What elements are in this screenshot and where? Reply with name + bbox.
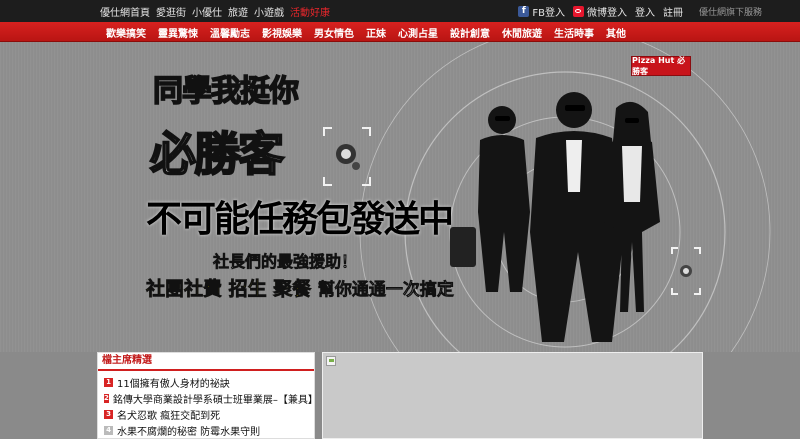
account-links: f FB登入 微博登入 登入 註冊 優仕網旗下服務	[518, 0, 762, 22]
tagline-recruit: 招生	[228, 278, 267, 301]
list-item[interactable]: 2 銘傳大學商業設計學系碩士班畢業展–【兼具】	[104, 390, 318, 406]
promo-banner[interactable]: Pizza Hut 必勝客 同學我挺你 必勝客 不可能任務包發送中 社長們的最強…	[0, 42, 800, 352]
list-item-title[interactable]: 銘傳大學商業設計學系碩士班畢業展–【兼具】	[113, 391, 318, 406]
list-item-title[interactable]: 水果不腐爛的秘密 防霉水果守則	[117, 423, 260, 438]
broken-image-icon	[326, 356, 336, 366]
banner-headline-1: 同學我挺你	[152, 73, 300, 110]
tagline-dinner: 聚餐	[273, 278, 312, 301]
weibo-login-label: 微博登入	[586, 7, 627, 19]
banner-headline-3: 不可能任務包發送中	[146, 199, 454, 240]
rank-badge: 3	[104, 409, 113, 419]
featured-list-panel: 檔主席精選 1 11個擁有傲人身材的祕訣 2 銘傳大學商業設計學系碩士班畢業展–…	[97, 352, 318, 439]
top-nav-shopping[interactable]: 愛逛街	[156, 4, 186, 19]
main-content-area	[322, 352, 703, 439]
list-item[interactable]: 4 水果不腐爛的秘密 防霉水果守則	[104, 422, 314, 438]
login-link[interactable]: 登入	[635, 4, 655, 19]
list-item-title[interactable]: 11個擁有傲人身材的祕訣	[117, 375, 230, 390]
top-nav-kids[interactable]: 小優仕	[192, 4, 222, 19]
list-item[interactable]: 1 11個擁有傲人身材的祕訣	[104, 374, 314, 390]
featured-list: 1 11個擁有傲人身材的祕訣 2 銘傳大學商業設計學系碩士班畢業展–【兼具】 3…	[98, 371, 318, 438]
category-bar: 歡樂搞笑 靈異驚悚 溫馨勵志 影視娛樂 男女情色 正妹 心測占星 設計創意 休閒…	[0, 22, 800, 42]
top-bar: 優仕網首頁 愛逛街 小優仕 旅遊 小遊戲 活動好康 f FB登入 微博登入 登入…	[0, 0, 800, 22]
rank-badge: 1	[104, 377, 113, 387]
top-nav: 優仕網首頁 愛逛街 小優仕 旅遊 小遊戲 活動好康	[100, 0, 330, 22]
category-inspiration[interactable]: 溫馨勵志	[204, 25, 256, 40]
category-beauty[interactable]: 正妹	[360, 25, 392, 40]
category-nav: 歡樂搞笑 靈異驚悚 溫馨勵志 影視娛樂 男女情色 正妹 心測占星 設計創意 休閒…	[100, 22, 632, 42]
category-design[interactable]: 設計創意	[444, 25, 496, 40]
pizza-hut-logo: Pizza Hut 必勝客	[631, 56, 691, 76]
top-nav-travel[interactable]: 旅遊	[228, 4, 248, 19]
rank-badge: 2	[104, 393, 109, 403]
category-humor[interactable]: 歡樂搞笑	[100, 25, 152, 40]
register-link[interactable]: 註冊	[663, 4, 683, 19]
fb-login-link[interactable]: f FB登入	[518, 4, 565, 19]
banner-headline-2: 必勝客	[149, 126, 285, 182]
services-dropdown[interactable]: 優仕網旗下服務	[699, 5, 762, 18]
agents-illustration	[450, 92, 660, 342]
top-nav-games[interactable]: 小遊戲	[254, 4, 284, 19]
facebook-icon: f	[518, 5, 530, 17]
category-romance[interactable]: 男女情色	[308, 25, 360, 40]
tagline-rest: 幫你通通一次搞定	[317, 280, 455, 301]
rank-badge: 4	[104, 425, 113, 435]
category-entertainment[interactable]: 影視娛樂	[256, 25, 308, 40]
category-horror[interactable]: 靈異驚悚	[152, 25, 204, 40]
fb-login-label: FB登入	[532, 7, 565, 19]
top-nav-hot-deals[interactable]: 活動好康	[290, 4, 330, 19]
tagline-club-fees: 社團社費	[146, 278, 223, 301]
list-item-title[interactable]: 名犬忍歌 瘋狂交配到死	[117, 407, 220, 422]
banner-subtitle: 社長們的最強援助！	[213, 252, 358, 272]
top-nav-home[interactable]: 優仕網首頁	[100, 4, 150, 19]
category-horoscope[interactable]: 心測占星	[392, 25, 444, 40]
list-item[interactable]: 3 名犬忍歌 瘋狂交配到死	[104, 406, 314, 422]
category-other[interactable]: 其他	[600, 25, 632, 40]
weibo-icon	[572, 5, 584, 17]
featured-list-title: 檔主席精選	[98, 353, 314, 371]
category-news[interactable]: 生活時事	[548, 25, 600, 40]
category-leisure[interactable]: 休閒旅遊	[496, 25, 548, 40]
banner-tagline: 社團社費 招生 聚餐 幫你通通一次搞定	[146, 274, 455, 301]
weibo-login-link[interactable]: 微博登入	[572, 4, 627, 19]
